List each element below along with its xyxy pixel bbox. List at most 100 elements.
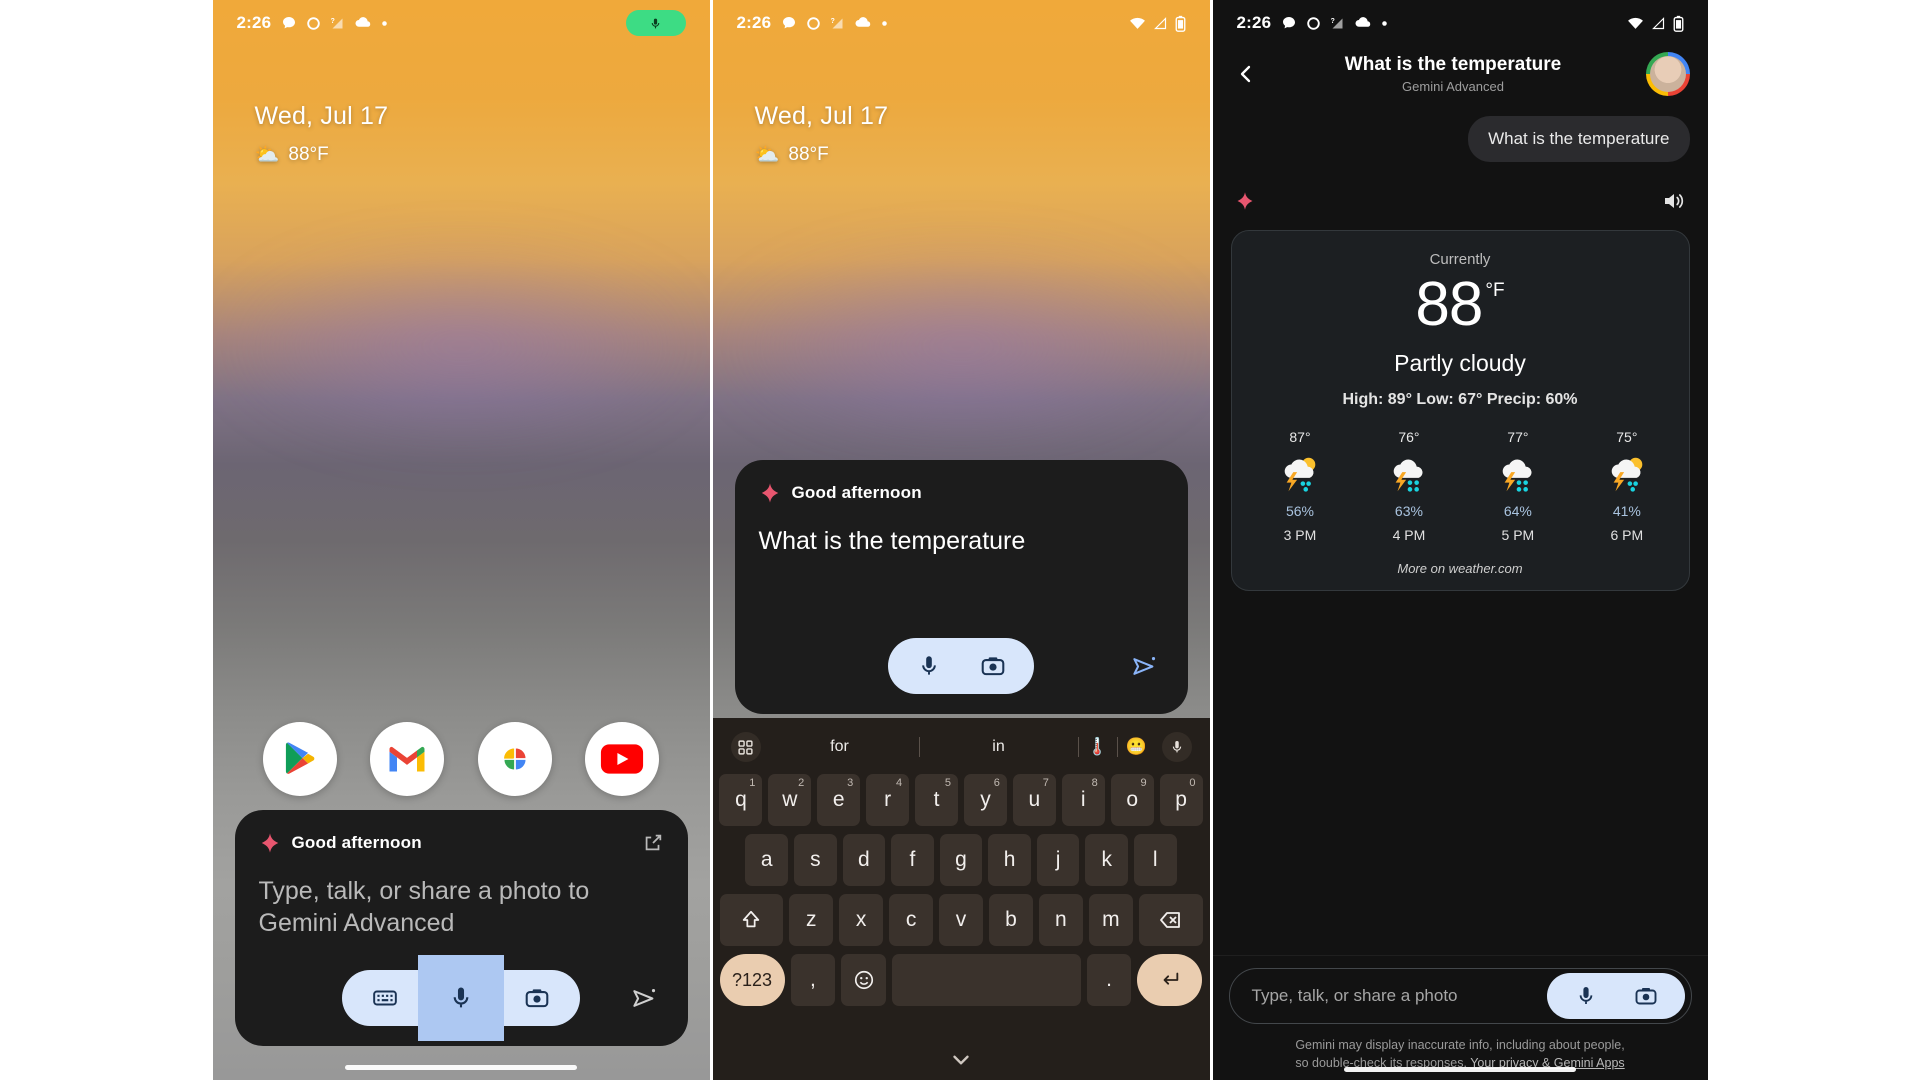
clock-weather-widget[interactable]: Wed, Jul 17 ⛅ 88°F bbox=[713, 46, 1210, 166]
key-p[interactable]: p0 bbox=[1159, 774, 1203, 826]
cloud-icon bbox=[1354, 14, 1372, 32]
youtube-icon[interactable] bbox=[584, 722, 659, 796]
conversation-scroll[interactable]: What is the temperature Currently 88 °F bbox=[1213, 110, 1708, 955]
phone-1-home-screen: 2:26 ? Wed, Jul 17 ⛅ 88°F Good afternoon… bbox=[212, 0, 710, 1080]
key-b[interactable]: b bbox=[988, 894, 1033, 946]
response-header-row bbox=[1231, 188, 1690, 214]
key-o[interactable]: o9 bbox=[1110, 774, 1154, 826]
keyboard-icon[interactable] bbox=[368, 981, 402, 1015]
apps-grid-icon[interactable] bbox=[730, 732, 761, 762]
mic-icon[interactable] bbox=[912, 649, 946, 683]
key-j[interactable]: j bbox=[1036, 834, 1080, 886]
grimace-emoji[interactable]: 😬 bbox=[1118, 737, 1156, 757]
camera-icon[interactable] bbox=[520, 981, 554, 1015]
input-action-pill bbox=[1546, 972, 1685, 1019]
chat-input-placeholder[interactable]: Type, talk, or share a photo bbox=[1252, 986, 1547, 1006]
weather-source-link[interactable]: More on weather.com bbox=[1244, 561, 1677, 576]
volume-up-icon[interactable] bbox=[1660, 188, 1686, 214]
mic-active-badge bbox=[625, 10, 686, 36]
key-m[interactable]: m bbox=[1088, 894, 1133, 946]
play-store-icon[interactable] bbox=[263, 722, 338, 796]
shift-icon[interactable] bbox=[719, 894, 784, 946]
comma-key[interactable]: , bbox=[790, 954, 836, 1006]
key-e[interactable]: e3 bbox=[817, 774, 861, 826]
send-icon[interactable] bbox=[628, 981, 662, 1015]
key-q[interactable]: q1 bbox=[719, 774, 763, 826]
key-z[interactable]: z bbox=[789, 894, 834, 946]
chat-input-bar[interactable]: Type, talk, or share a photo bbox=[1228, 967, 1692, 1024]
signal-cellular-alt-icon: ? bbox=[830, 16, 845, 31]
space-key[interactable] bbox=[892, 954, 1081, 1006]
key-number-hint: 6 bbox=[993, 777, 1000, 789]
camera-icon[interactable] bbox=[1629, 979, 1663, 1013]
key-l[interactable]: l bbox=[1133, 834, 1177, 886]
battery-icon bbox=[1673, 15, 1684, 32]
hourly-forecast-item[interactable]: 76° 63% 4 PM bbox=[1354, 429, 1463, 543]
nav-gesture-bar[interactable] bbox=[213, 1065, 710, 1070]
key-t[interactable]: t5 bbox=[915, 774, 958, 826]
sheet-controls bbox=[759, 638, 1164, 694]
key-a[interactable]: a bbox=[745, 834, 789, 886]
key-h[interactable]: h bbox=[988, 834, 1031, 886]
key-n[interactable]: n bbox=[1038, 894, 1083, 946]
keyboard-row-3: zxcvbnm bbox=[719, 894, 1203, 946]
status-bar: 2:26 ? bbox=[1213, 0, 1708, 46]
key-i[interactable]: i8 bbox=[1061, 774, 1105, 826]
suggestion-word-1[interactable]: for bbox=[761, 738, 919, 756]
period-key[interactable]: . bbox=[1086, 954, 1132, 1006]
key-g[interactable]: g bbox=[939, 834, 983, 886]
chat-bubble-icon bbox=[1281, 15, 1297, 31]
key-y[interactable]: y6 bbox=[964, 774, 1007, 826]
camera-icon[interactable] bbox=[976, 649, 1010, 683]
status-time: 2:26 bbox=[736, 13, 772, 32]
key-x[interactable]: x bbox=[839, 894, 884, 946]
mic-icon[interactable] bbox=[1161, 732, 1192, 762]
key-w[interactable]: w2 bbox=[768, 774, 812, 826]
key-c[interactable]: c bbox=[889, 894, 934, 946]
send-icon[interactable] bbox=[1128, 649, 1162, 683]
key-s[interactable]: s bbox=[794, 834, 837, 886]
avatar[interactable] bbox=[1645, 52, 1690, 96]
partly-cloudy-icon: ⛅ bbox=[754, 144, 780, 166]
emoji-icon[interactable] bbox=[841, 954, 887, 1006]
hourly-forecast-item[interactable]: 75° 41% 6 PM bbox=[1572, 429, 1676, 543]
nav-gesture-bar[interactable] bbox=[1213, 1067, 1708, 1072]
enter-icon[interactable] bbox=[1137, 954, 1203, 1006]
suggestion-word-2[interactable]: in bbox=[920, 738, 1078, 756]
clock-weather-widget[interactable]: Wed, Jul 17 ⛅ 88°F bbox=[213, 46, 710, 166]
mic-icon[interactable] bbox=[1569, 979, 1603, 1013]
hourly-forecast-row[interactable]: 87° 56% 3 PM 76° 63% 4 PM 77° 64% 5 PM 75° 41% 6 PM… bbox=[1244, 429, 1677, 543]
backspace-icon[interactable] bbox=[1138, 894, 1203, 946]
page-subtitle: Gemini Advanced bbox=[1402, 79, 1504, 94]
open-in-new-icon[interactable] bbox=[642, 832, 664, 854]
back-chevron-icon[interactable] bbox=[1231, 59, 1261, 89]
gemini-spark-icon bbox=[261, 833, 278, 853]
widget-weather: ⛅ 88°F bbox=[255, 144, 710, 166]
sheet-query-text[interactable]: What is the temperature bbox=[759, 526, 1164, 590]
keyboard-suggestion-bar: for in 🌡️ 😬 bbox=[717, 724, 1206, 770]
symbols-key[interactable]: ?123 bbox=[719, 954, 785, 1006]
hourly-time: 5 PM bbox=[1501, 527, 1535, 543]
sheet-placeholder-text[interactable]: Type, talk, or share a photo to Gemini A… bbox=[259, 876, 664, 940]
status-right-icons bbox=[1627, 15, 1684, 32]
key-k[interactable]: k bbox=[1085, 834, 1128, 886]
key-d[interactable]: d bbox=[842, 834, 886, 886]
sheet-controls bbox=[259, 955, 664, 1041]
hourly-forecast-item[interactable]: 77° 64% 5 PM bbox=[1463, 429, 1572, 543]
hourly-forecast-item[interactable]: 87° 56% 3 PM bbox=[1246, 429, 1355, 543]
storm-rain-icon bbox=[1354, 449, 1463, 501]
key-r[interactable]: r4 bbox=[866, 774, 910, 826]
chat-bubble-icon bbox=[281, 15, 297, 31]
widget-temperature: 88°F bbox=[788, 144, 829, 165]
dot-icon bbox=[881, 20, 888, 27]
google-photos-icon[interactable] bbox=[477, 722, 552, 796]
mic-button[interactable] bbox=[418, 955, 504, 1041]
mic-icon bbox=[453, 987, 469, 1008]
gmail-icon[interactable] bbox=[370, 722, 445, 796]
widget-temperature: 88°F bbox=[288, 144, 329, 165]
key-u[interactable]: u7 bbox=[1012, 774, 1056, 826]
key-v[interactable]: v bbox=[939, 894, 983, 946]
key-f[interactable]: f bbox=[891, 834, 934, 886]
thermometer-emoji[interactable]: 🌡️ bbox=[1079, 737, 1117, 757]
keyboard-collapse[interactable] bbox=[717, 1040, 1206, 1080]
